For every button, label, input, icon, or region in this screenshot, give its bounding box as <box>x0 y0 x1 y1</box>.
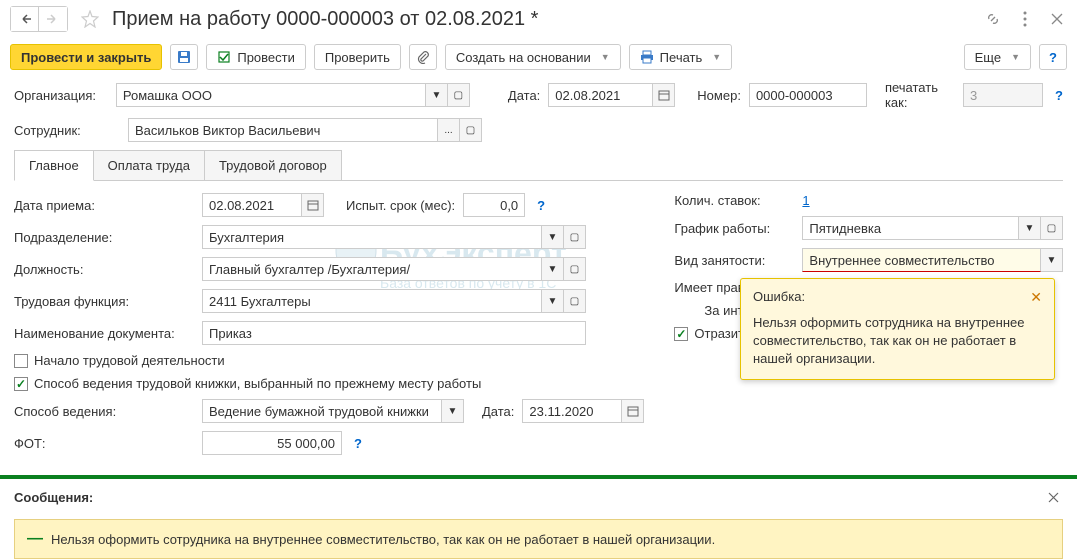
close-icon[interactable] <box>1047 9 1067 29</box>
create-based-button[interactable]: Создать на основании▼ <box>445 44 621 70</box>
open-button[interactable]: ▢ <box>564 257 586 281</box>
date-input[interactable] <box>548 83 653 107</box>
post-and-close-button[interactable]: Провести и закрыть <box>10 44 162 70</box>
hint-icon[interactable]: ? <box>354 436 362 451</box>
chevron-down-icon: ▼ <box>601 52 610 62</box>
dropdown-button[interactable]: ▼ <box>426 83 448 107</box>
start-work-checkbox[interactable] <box>14 354 28 368</box>
tooltip-close-icon[interactable]: ✕ <box>1030 289 1042 306</box>
employment-type-input[interactable] <box>802 248 1041 272</box>
doc-name-input[interactable] <box>202 321 586 345</box>
print-as-input <box>963 83 1043 107</box>
print-as-label: печатать как: <box>885 80 955 110</box>
number-label: Номер: <box>697 88 741 103</box>
nav-back-button[interactable] <box>11 7 39 31</box>
more-menu-icon[interactable] <box>1015 9 1035 29</box>
rate-count-label: Колич. ставок: <box>674 193 794 208</box>
method-date-label: Дата: <box>482 404 514 419</box>
dropdown-button[interactable]: ▼ <box>542 289 564 313</box>
schedule-input[interactable] <box>802 216 1019 240</box>
calendar-button[interactable] <box>653 83 675 107</box>
select-button[interactable]: ... <box>438 118 460 142</box>
message-text: Нельзя оформить сотрудника на внутреннее… <box>51 532 715 547</box>
employment-type-label: Вид занятости: <box>674 253 794 268</box>
tab-payment[interactable]: Оплата труда <box>93 150 205 180</box>
help-button[interactable]: ? <box>1039 44 1067 70</box>
page-title: Прием на работу 0000-000003 от 02.08.202… <box>112 8 977 31</box>
book-method-checkbox[interactable] <box>14 377 28 391</box>
tab-contract[interactable]: Трудовой договор <box>204 150 342 180</box>
message-item[interactable]: — Нельзя оформить сотрудника на внутренн… <box>14 519 1063 559</box>
function-label: Трудовая функция: <box>14 294 194 309</box>
message-bullet-icon: — <box>27 530 43 548</box>
method-input[interactable] <box>202 399 442 423</box>
schedule-label: График работы: <box>674 221 794 236</box>
nav-forward-button[interactable] <box>39 7 67 31</box>
hint-icon[interactable]: ? <box>1055 88 1063 103</box>
check-button[interactable]: Проверить <box>314 44 401 70</box>
function-input[interactable] <box>202 289 542 313</box>
employee-label: Сотрудник: <box>14 123 120 138</box>
date-label: Дата: <box>508 88 540 103</box>
link-icon[interactable] <box>983 9 1003 29</box>
fot-label: ФОТ: <box>14 436 194 451</box>
employee-input[interactable] <box>128 118 438 142</box>
messages-header: Сообщения: <box>14 490 93 505</box>
reflect-checkbox[interactable] <box>674 327 688 341</box>
open-button[interactable]: ▢ <box>564 289 586 313</box>
probation-label: Испыт. срок (мес): <box>346 198 455 213</box>
dropdown-button[interactable]: ▼ <box>442 399 464 423</box>
post-button[interactable]: Провести <box>206 44 306 70</box>
hint-icon[interactable]: ? <box>537 198 545 213</box>
doc-name-label: Наименование документа: <box>14 326 194 341</box>
hire-date-input[interactable] <box>202 193 302 217</box>
department-label: Подразделение: <box>14 230 194 245</box>
more-button[interactable]: Еще▼ <box>964 44 1031 70</box>
attach-button[interactable] <box>409 44 437 70</box>
calendar-button[interactable] <box>622 399 644 423</box>
messages-close-icon[interactable] <box>1043 487 1063 507</box>
tooltip-body: Нельзя оформить сотрудника на внутреннее… <box>753 314 1042 369</box>
open-button[interactable]: ▢ <box>448 83 470 107</box>
tab-main[interactable]: Главное <box>14 150 94 181</box>
hire-date-label: Дата приема: <box>14 198 194 213</box>
department-input[interactable] <box>202 225 542 249</box>
chevron-down-icon: ▼ <box>1011 52 1020 62</box>
position-label: Должность: <box>14 262 194 277</box>
position-input[interactable] <box>202 257 542 281</box>
book-method-label: Способ ведения трудовой книжки, выбранны… <box>34 376 481 391</box>
chevron-down-icon: ▼ <box>712 52 721 62</box>
calendar-button[interactable] <box>302 193 324 217</box>
rate-count-link[interactable]: 1 <box>802 193 809 208</box>
method-date-input[interactable] <box>522 399 622 423</box>
org-label: Организация: <box>14 88 108 103</box>
probation-input[interactable] <box>463 193 525 217</box>
dropdown-button[interactable]: ▼ <box>542 225 564 249</box>
tooltip-title: Ошибка: <box>753 289 805 306</box>
fot-input[interactable] <box>202 431 342 455</box>
dropdown-button[interactable]: ▼ <box>542 257 564 281</box>
org-input[interactable] <box>116 83 426 107</box>
open-button[interactable]: ▢ <box>564 225 586 249</box>
print-button[interactable]: Печать▼ <box>629 44 733 70</box>
open-button[interactable]: ▢ <box>1041 216 1063 240</box>
method-label: Способ ведения: <box>14 404 194 419</box>
dropdown-button[interactable]: ▼ <box>1019 216 1041 240</box>
number-input[interactable] <box>749 83 867 107</box>
error-tooltip: Ошибка: ✕ Нельзя оформить сотрудника на … <box>740 278 1055 380</box>
dropdown-button[interactable]: ▼ <box>1041 248 1063 272</box>
favorite-star-icon[interactable] <box>78 7 102 31</box>
open-button[interactable]: ▢ <box>460 118 482 142</box>
save-button[interactable] <box>170 44 198 70</box>
start-work-label: Начало трудовой деятельности <box>34 353 225 368</box>
